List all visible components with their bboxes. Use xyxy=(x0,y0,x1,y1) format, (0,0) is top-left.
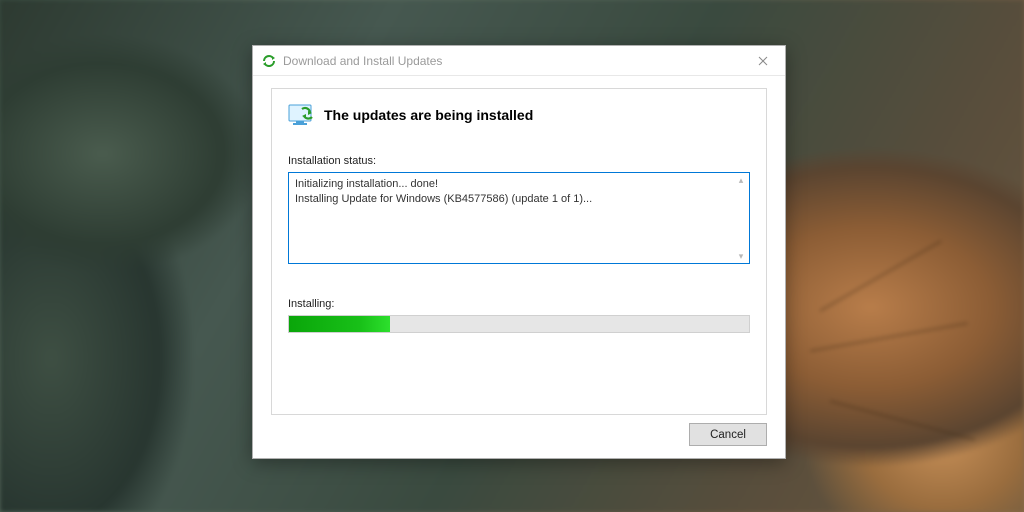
status-line: Installing Update for Windows (KB4577586… xyxy=(295,192,743,207)
dialog-content: The updates are being installed Installa… xyxy=(253,76,785,458)
progress-bar xyxy=(288,315,750,333)
cancel-button[interactable]: Cancel xyxy=(689,423,767,446)
status-label: Installation status: xyxy=(288,155,750,167)
window-title: Download and Install Updates xyxy=(283,54,743,68)
status-textbox[interactable]: Initializing installation... done! Insta… xyxy=(288,172,750,264)
titlebar[interactable]: Download and Install Updates xyxy=(253,46,785,76)
update-screen-icon xyxy=(288,103,316,127)
header-row: The updates are being installed xyxy=(288,103,750,127)
scroll-down-icon[interactable]: ▾ xyxy=(735,251,747,261)
inner-panel: The updates are being installed Installa… xyxy=(271,88,767,415)
update-arrows-icon xyxy=(261,53,277,69)
button-row: Cancel xyxy=(271,415,767,446)
dialog-heading: The updates are being installed xyxy=(324,107,533,123)
status-line: Initializing installation... done! xyxy=(295,177,743,192)
progress-fill xyxy=(289,316,390,332)
progress-label: Installing: xyxy=(288,298,750,310)
update-dialog: Download and Install Updates xyxy=(252,45,786,459)
scroll-up-icon[interactable]: ▴ xyxy=(735,175,747,185)
close-button[interactable] xyxy=(743,47,783,75)
